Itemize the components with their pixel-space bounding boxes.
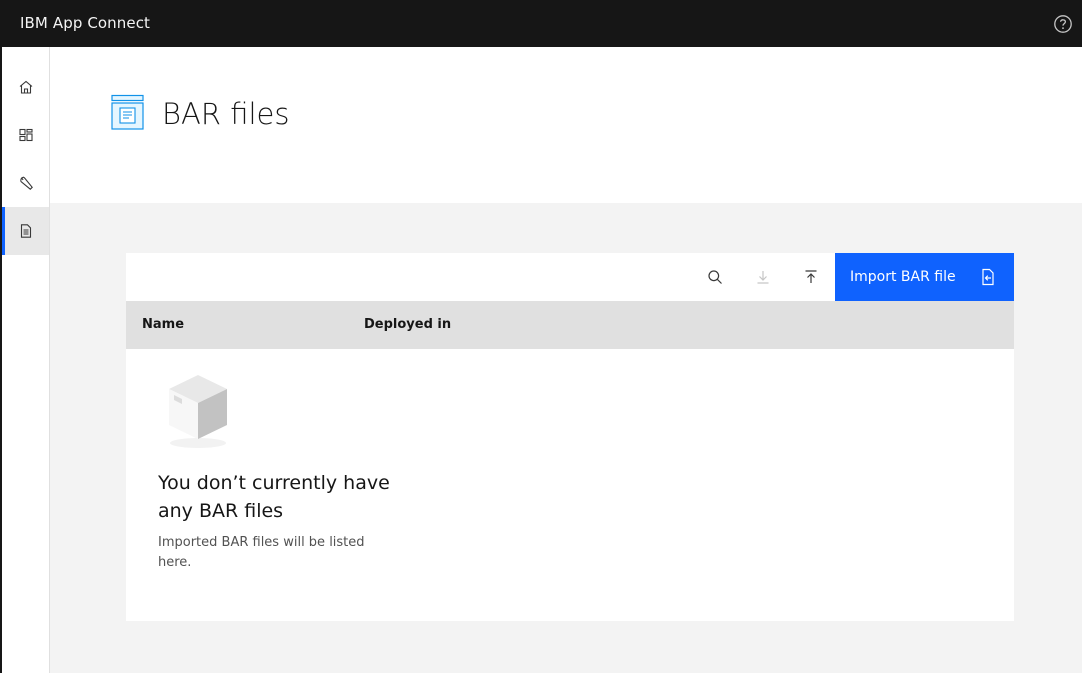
download-button[interactable] <box>739 253 787 301</box>
empty-state: You don’t currently have any BAR files I… <box>126 349 1014 621</box>
search-button[interactable] <box>691 253 739 301</box>
nav-item-home[interactable] <box>2 63 49 111</box>
help-button[interactable] <box>1043 0 1082 47</box>
document-icon <box>20 224 31 238</box>
empty-box-illustration <box>169 375 227 448</box>
empty-state-description: Imported BAR files will be listed here. <box>158 535 365 570</box>
help-icon <box>1053 14 1072 33</box>
side-nav <box>0 47 50 673</box>
page-title: BAR files <box>162 97 290 131</box>
column-header-name[interactable]: Name <box>142 317 184 332</box>
import-file-icon <box>982 268 994 286</box>
nav-item-dashboard[interactable] <box>2 111 49 159</box>
page-header: BAR files <box>50 47 1082 203</box>
dashboard-icon <box>18 128 33 142</box>
upload-icon <box>805 270 817 283</box>
table-toolbar: Import BAR file <box>126 253 1014 301</box>
wrench-icon <box>19 176 33 190</box>
top-bar: IBM App Connect <box>0 0 1082 47</box>
column-header-deployed-in[interactable]: Deployed in <box>364 317 451 332</box>
bar-files-table-card: Import BAR file Name Deployed in You don… <box>126 253 1014 621</box>
home-icon <box>19 80 32 94</box>
empty-state-title: You don’t currently have any BAR files <box>158 472 390 522</box>
nav-item-bar-files[interactable] <box>2 207 49 255</box>
download-icon <box>757 271 769 284</box>
nav-item-tools[interactable] <box>2 159 49 207</box>
search-icon <box>708 270 722 284</box>
import-button-label: Import BAR file <box>850 269 956 285</box>
bar-file-page-icon <box>111 94 144 130</box>
brand-ibm: IBM <box>20 14 48 32</box>
upload-button[interactable] <box>787 253 835 301</box>
app-brand[interactable]: IBM App Connect <box>20 14 150 32</box>
brand-product: App Connect <box>52 14 151 32</box>
import-bar-file-button[interactable]: Import BAR file <box>835 253 1014 301</box>
table-header-row: Name Deployed in <box>126 301 1014 349</box>
